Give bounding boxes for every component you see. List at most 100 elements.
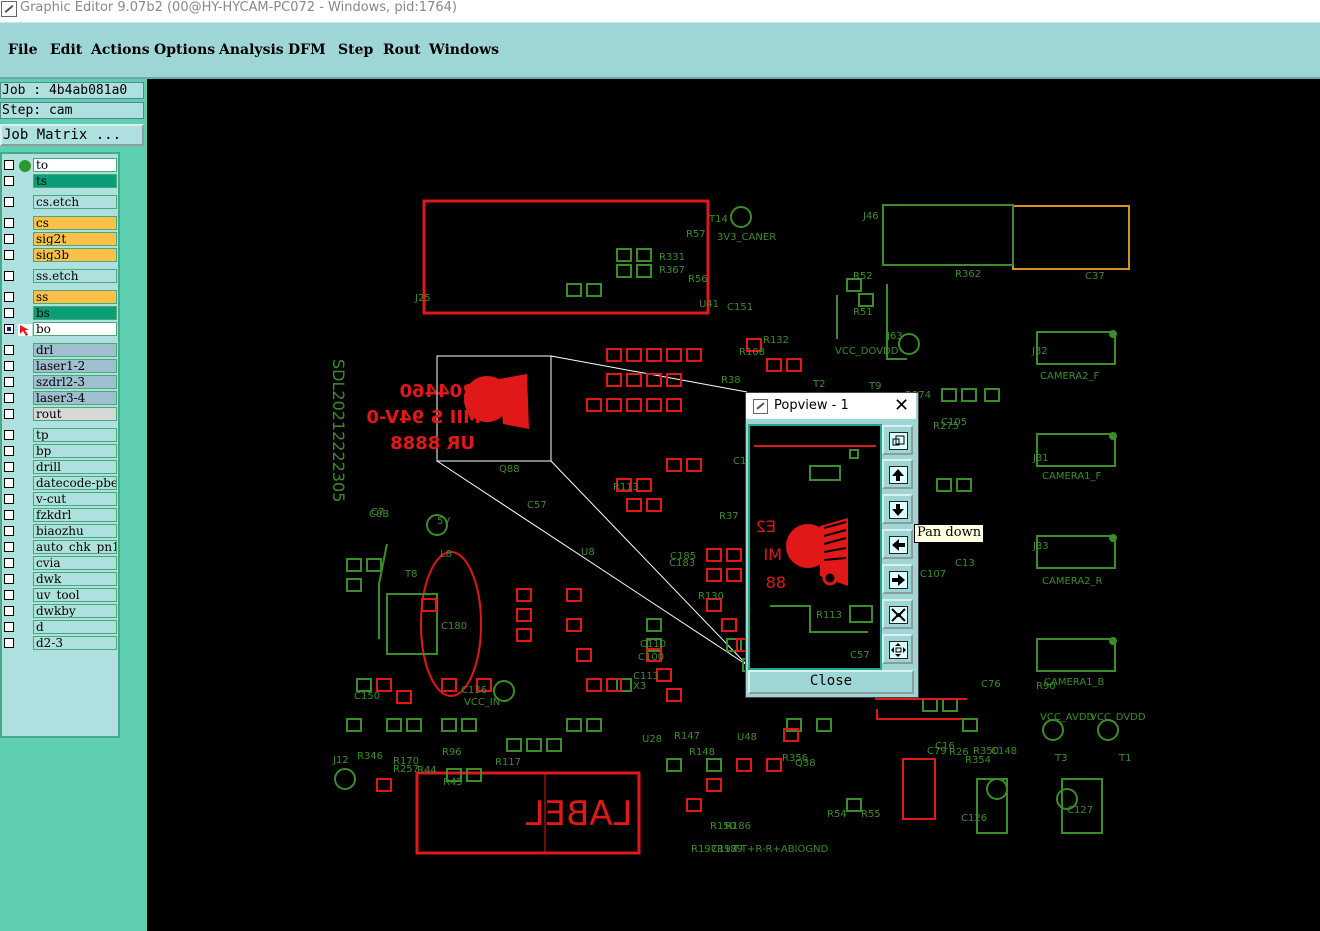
layer-checkbox[interactable] <box>4 393 14 403</box>
pan-down-button[interactable] <box>882 494 913 524</box>
layer-name[interactable]: laser3-4 <box>33 391 117 405</box>
layer-row-drl[interactable]: drl <box>3 343 117 357</box>
zoom-in-button[interactable] <box>882 599 913 629</box>
layer-row-auto_chk_pn1[interactable]: auto_chk_pn1 <box>3 540 117 554</box>
layer-row-ss.etch[interactable]: ss.etch <box>3 269 117 283</box>
close-button[interactable]: Close <box>748 670 914 694</box>
pan-up-button[interactable] <box>882 459 913 489</box>
layer-checkbox[interactable] <box>4 250 14 260</box>
layer-row-dwkby[interactable]: dwkby <box>3 604 117 618</box>
layer-row-bs[interactable]: bs <box>3 306 117 320</box>
layer-row-bp[interactable]: bp <box>3 444 117 458</box>
layer-checkbox[interactable] <box>4 606 14 616</box>
layer-row-ss[interactable]: ss <box>3 290 117 304</box>
layer-name[interactable]: v-cut <box>33 492 117 506</box>
layer-row-cs.etch[interactable]: cs.etch <box>3 195 117 209</box>
layer-checkbox[interactable] <box>4 590 14 600</box>
layer-checkbox[interactable] <box>4 377 14 387</box>
layer-name[interactable]: ss <box>33 290 117 304</box>
layer-checkbox[interactable] <box>4 462 14 472</box>
layer-name[interactable]: cs.etch <box>33 195 117 209</box>
layer-name[interactable]: bp <box>33 444 117 458</box>
layer-name[interactable]: bs <box>33 306 117 320</box>
layer-checkbox[interactable] <box>4 197 14 207</box>
menu-actions[interactable]: Actions <box>91 42 150 58</box>
layer-name[interactable]: tp <box>33 428 117 442</box>
pan-left-button[interactable] <box>882 529 913 559</box>
layer-name[interactable]: datecode-pbe <box>33 476 117 490</box>
layer-row-szdrl2-3[interactable]: szdrl2-3 <box>3 375 117 389</box>
layer-checkbox[interactable] <box>4 510 14 520</box>
layer-checkbox[interactable] <box>4 160 14 170</box>
layer-name[interactable]: cvia <box>33 556 117 570</box>
layer-row-uv_tool[interactable]: uv_tool <box>3 588 117 602</box>
zoom-fit-button[interactable] <box>882 425 913 455</box>
layer-name[interactable]: cs <box>33 216 117 230</box>
layer-name[interactable]: auto_chk_pn1 <box>33 540 117 554</box>
layer-row-cs[interactable]: cs <box>3 216 117 230</box>
layer-name[interactable]: fzkdrl <box>33 508 117 522</box>
layer-checkbox[interactable] <box>4 430 14 440</box>
graphic-canvas[interactable]: J25 J46 T14 R57 R331 R367 3V3_CANER R56 U41 C151 R… <box>147 79 1320 931</box>
layer-checkbox[interactable] <box>4 361 14 371</box>
menu-windows[interactable]: Windows <box>429 42 499 58</box>
layer-row-laser1-2[interactable]: laser1-2 <box>3 359 117 373</box>
zoom-out-button[interactable] <box>882 634 913 664</box>
layer-checkbox[interactable] <box>4 176 14 186</box>
job-matrix-button[interactable]: Job Matrix ... <box>0 124 144 146</box>
layer-name[interactable]: to <box>33 158 117 172</box>
layer-name[interactable]: biaozhu <box>33 524 117 538</box>
pan-right-button[interactable] <box>882 564 913 594</box>
layer-name[interactable]: rout <box>33 407 117 421</box>
layer-name[interactable]: sig2t <box>33 232 117 246</box>
layer-row-drill[interactable]: drill <box>3 460 117 474</box>
layer-name[interactable]: ts <box>33 174 117 188</box>
popview-preview[interactable]: R113 C57 E2 MI 88 <box>748 424 882 670</box>
layer-row-tp[interactable]: tp <box>3 428 117 442</box>
layer-row-cvia[interactable]: cvia <box>3 556 117 570</box>
layer-name[interactable]: d <box>33 620 117 634</box>
layer-checkbox[interactable] <box>4 526 14 536</box>
layer-row-dwk[interactable]: dwk <box>3 572 117 586</box>
layer-checkbox[interactable] <box>4 292 14 302</box>
layer-row-rout[interactable]: rout <box>3 407 117 421</box>
layer-row-biaozhu[interactable]: biaozhu <box>3 524 117 538</box>
layer-name[interactable]: dwk <box>33 572 117 586</box>
layer-row-to[interactable]: to <box>3 158 117 172</box>
menu-edit[interactable]: Edit <box>50 42 82 58</box>
layer-name[interactable]: drl <box>33 343 117 357</box>
layer-row-fzkdrl[interactable]: fzkdrl <box>3 508 117 522</box>
layer-checkbox[interactable] <box>4 638 14 648</box>
layer-row-sig3b[interactable]: sig3b <box>3 248 117 262</box>
layer-checkbox[interactable] <box>4 494 14 504</box>
layer-name[interactable]: laser1-2 <box>33 359 117 373</box>
layer-row-datecode-pbe[interactable]: datecode-pbe <box>3 476 117 490</box>
layer-checkbox[interactable] <box>4 542 14 552</box>
layer-checkbox[interactable] <box>4 218 14 228</box>
layer-name[interactable]: szdrl2-3 <box>33 375 117 389</box>
menu-options[interactable]: Options <box>154 42 215 58</box>
layer-name[interactable]: ss.etch <box>33 269 117 283</box>
close-icon[interactable]: ✕ <box>894 393 909 419</box>
layer-name[interactable]: dwkby <box>33 604 117 618</box>
menu-dfm[interactable]: DFM <box>288 42 326 58</box>
layer-checkbox[interactable] <box>4 271 14 281</box>
layer-checkbox[interactable] <box>4 308 14 318</box>
layer-checkbox[interactable] <box>4 446 14 456</box>
layer-name[interactable]: sig3b <box>33 248 117 262</box>
layer-name[interactable]: uv_tool <box>33 588 117 602</box>
menu-step[interactable]: Step <box>338 42 373 58</box>
layer-row-laser3-4[interactable]: laser3-4 <box>3 391 117 405</box>
layer-name[interactable]: bo <box>33 322 117 336</box>
layer-name[interactable]: d2-3 <box>33 636 117 650</box>
layer-row-bo[interactable]: bo <box>3 322 117 336</box>
menu-rout[interactable]: Rout <box>383 42 421 58</box>
layer-checkbox[interactable] <box>4 324 14 334</box>
menu-analysis[interactable]: Analysis <box>219 42 284 58</box>
layer-row-d[interactable]: d <box>3 620 117 634</box>
layer-checkbox[interactable] <box>4 345 14 355</box>
layer-row-sig2t[interactable]: sig2t <box>3 232 117 246</box>
layer-name[interactable]: drill <box>33 460 117 474</box>
layer-checkbox[interactable] <box>4 558 14 568</box>
layer-checkbox[interactable] <box>4 234 14 244</box>
